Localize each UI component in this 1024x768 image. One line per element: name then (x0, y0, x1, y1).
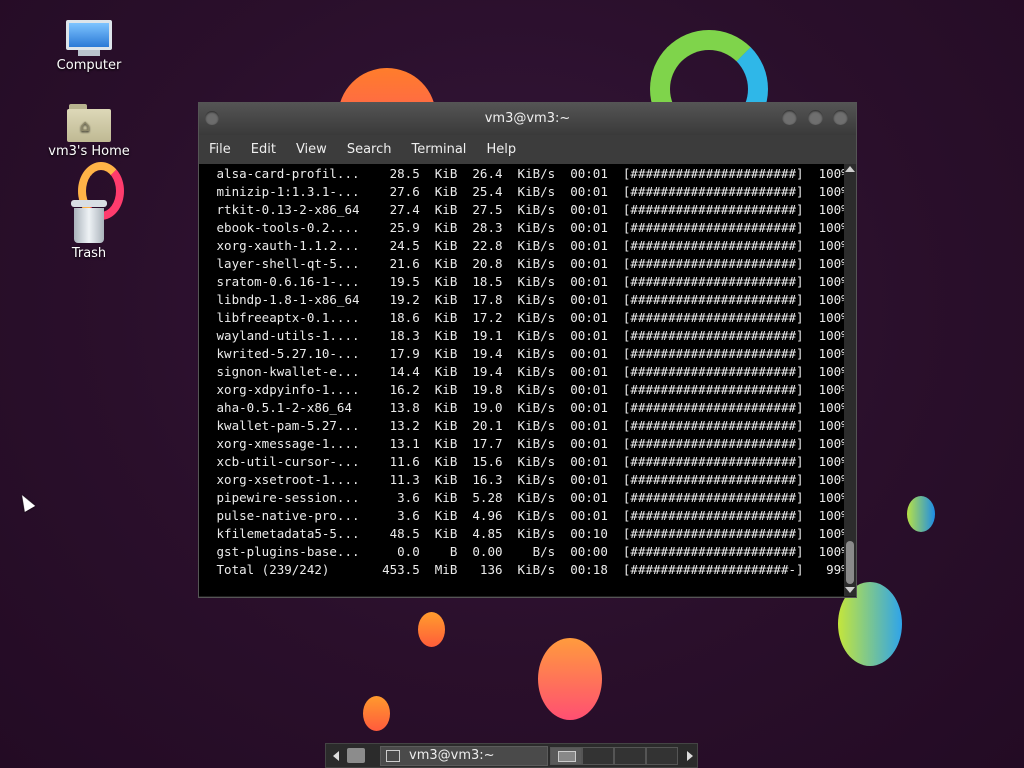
terminal-line: xcb-util-cursor-... 11.6 KiB 15.6 KiB/s … (209, 454, 849, 469)
window-title: vm3@vm3:~ (484, 111, 571, 126)
menu-edit[interactable]: Edit (251, 142, 276, 157)
desktop-icon-home[interactable]: ⌂ vm3's Home (44, 102, 134, 159)
terminal-line: ebook-tools-0.2.... 25.9 KiB 28.3 KiB/s … (209, 220, 849, 235)
trash-icon (71, 200, 107, 244)
desktop-icon-trash[interactable]: Trash (44, 200, 134, 261)
terminal-line: kwrited-5.27.10-... 17.9 KiB 19.4 KiB/s … (209, 346, 849, 361)
terminal-icon (386, 750, 400, 762)
window-titlebar[interactable]: vm3@vm3:~ (199, 103, 856, 135)
terminal-line: aha-0.5.1-2-x86_64 13.8 KiB 19.0 KiB/s 0… (209, 400, 849, 415)
close-button[interactable] (833, 110, 848, 125)
terminal-line: alsa-card-profil... 28.5 KiB 26.4 KiB/s … (209, 166, 849, 181)
window-preview-icon (558, 751, 576, 762)
terminal-line: xorg-xauth-1.1.2... 24.5 KiB 22.8 KiB/s … (209, 238, 849, 253)
decor-orange-bubble-tiny (363, 696, 390, 731)
terminal-line: wayland-utils-1.... 18.3 KiB 19.1 KiB/s … (209, 328, 849, 343)
menu-search[interactable]: Search (347, 142, 392, 157)
terminal-line: kfilemetadata5-5... 48.5 KiB 4.85 KiB/s … (209, 526, 849, 541)
terminal-line: libfreeaptx-0.1.... 18.6 KiB 17.2 KiB/s … (209, 310, 849, 325)
home-folder-icon: ⌂ (67, 102, 111, 142)
file-manager-launcher-icon[interactable] (347, 748, 365, 763)
terminal-line: pulse-native-pro... 3.6 KiB 4.96 KiB/s 0… (209, 508, 849, 523)
taskbar-task-label: vm3@vm3:~ (409, 748, 495, 763)
maximize-button[interactable] (808, 110, 823, 125)
workspace-4[interactable] (646, 747, 678, 765)
taskbar-left-arrow-icon[interactable] (333, 751, 339, 761)
scroll-down-arrow-icon[interactable] (845, 587, 855, 593)
terminal-line: xorg-xmessage-1.... 13.1 KiB 17.7 KiB/s … (209, 436, 849, 451)
terminal-line: layer-shell-qt-5... 21.6 KiB 20.8 KiB/s … (209, 256, 849, 271)
terminal-line: minizip-1:1.3.1-... 27.6 KiB 25.4 KiB/s … (209, 184, 849, 199)
taskbar: vm3@vm3:~ (325, 743, 698, 768)
terminal-window[interactable]: vm3@vm3:~ File Edit View Search Terminal… (198, 102, 857, 598)
terminal-line: signon-kwallet-e... 14.4 KiB 19.4 KiB/s … (209, 364, 849, 379)
terminal-scrollbar[interactable] (844, 164, 856, 596)
menu-bar: File Edit View Search Terminal Help (199, 135, 856, 164)
decor-blue-bubble (907, 496, 935, 532)
desktop-icon-label: Computer (56, 58, 122, 73)
terminal-line: xorg-xsetroot-1.... 11.3 KiB 16.3 KiB/s … (209, 472, 849, 487)
desktop-icon-label: vm3's Home (48, 144, 130, 159)
decor-orange-bubble-small (418, 612, 445, 647)
menu-terminal[interactable]: Terminal (411, 142, 466, 157)
taskbar-task-terminal[interactable]: vm3@vm3:~ (380, 746, 548, 766)
scroll-thumb[interactable] (846, 541, 854, 584)
terminal-line: gst-plugins-base... 0.0 B 0.00 B/s 00:00… (209, 544, 849, 559)
terminal-line: sratom-0.6.16-1-... 19.5 KiB 18.5 KiB/s … (209, 274, 849, 289)
desktop-icon-computer[interactable]: Computer (44, 20, 134, 73)
terminal-line: rtkit-0.13-2-x86_64 27.4 KiB 27.5 KiB/s … (209, 202, 849, 217)
terminal-output[interactable]: alsa-card-profil... 28.5 KiB 26.4 KiB/s … (199, 164, 849, 596)
workspace-2[interactable] (582, 747, 614, 765)
menu-view[interactable]: View (296, 142, 327, 157)
decor-orange-bubble-large (538, 638, 602, 720)
computer-icon (66, 20, 112, 56)
scroll-up-arrow-icon[interactable] (845, 166, 855, 172)
workspace-1[interactable] (550, 747, 582, 765)
menu-file[interactable]: File (209, 142, 231, 157)
terminal-line: kwallet-pam-5.27... 13.2 KiB 20.1 KiB/s … (209, 418, 849, 433)
terminal-total-line: Total (239/242) 453.5 MiB 136 KiB/s 00:1… (209, 562, 849, 577)
terminal-line: xorg-xdpyinfo-1.... 16.2 KiB 19.8 KiB/s … (209, 382, 849, 397)
taskbar-right-arrow-icon[interactable] (687, 751, 693, 761)
menu-help[interactable]: Help (486, 142, 516, 157)
minimize-button[interactable] (782, 110, 797, 125)
terminal-line: pipewire-session... 3.6 KiB 5.28 KiB/s 0… (209, 490, 849, 505)
workspace-3[interactable] (614, 747, 646, 765)
desktop-icon-label: Trash (71, 246, 107, 261)
terminal-line: libndp-1.8-1-x86_64 19.2 KiB 17.8 KiB/s … (209, 292, 849, 307)
